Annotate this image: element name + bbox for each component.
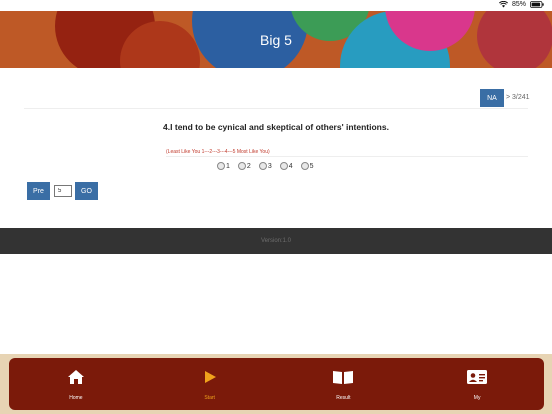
radio-button[interactable] <box>279 162 288 170</box>
battery-icon <box>530 1 544 8</box>
tab-label: My <box>473 395 481 401</box>
app-screen: 85% Big 5 NA > 3/241 4.I tend to be cyni… <box>0 0 552 414</box>
book-icon <box>332 368 354 386</box>
wifi-icon <box>498 1 508 8</box>
id-card-icon <box>466 368 488 386</box>
tab-start[interactable]: Start <box>143 358 277 410</box>
version-text: Version:1.0 <box>260 238 292 244</box>
answer-option-2[interactable]: 2 <box>237 162 251 170</box>
play-icon <box>203 368 217 386</box>
option-label: 5 <box>309 162 314 170</box>
footer-bar: Version:1.0 <box>0 228 552 254</box>
option-label: 3 <box>267 162 272 170</box>
status-right: 85% <box>498 1 544 8</box>
page-title: Big 5 <box>260 32 292 48</box>
option-label: 4 <box>288 162 293 170</box>
status-bar: 85% <box>0 0 552 11</box>
previous-button[interactable]: Pre <box>27 182 50 200</box>
tab-label: Home <box>69 395 83 401</box>
option-label: 2 <box>246 162 251 170</box>
tab-my[interactable]: My <box>410 358 544 410</box>
tab-label: Start <box>204 395 215 401</box>
tab-result[interactable]: Result <box>277 358 411 410</box>
header-banner: Big 5 <box>0 11 552 68</box>
go-button[interactable]: GO <box>75 182 98 200</box>
bottom-tab-bar: Home Start Result My <box>9 358 544 410</box>
answer-option-4[interactable]: 4 <box>279 162 293 170</box>
answer-option-1[interactable]: 1 <box>217 162 230 170</box>
page-number-input[interactable] <box>54 185 72 197</box>
scale-hint: (Least Like You 1---2---3---4---5 Most L… <box>166 149 270 155</box>
tab-label: Result <box>336 395 351 401</box>
answer-option-3[interactable]: 3 <box>258 162 272 170</box>
na-button[interactable]: NA <box>480 89 504 107</box>
divider <box>24 108 528 109</box>
radio-button[interactable] <box>258 162 267 170</box>
radio-button[interactable] <box>300 162 309 170</box>
question-text: 4.I tend to be cynical and skeptical of … <box>163 122 389 132</box>
option-label: 1 <box>226 162 230 170</box>
divider <box>166 156 528 157</box>
home-icon <box>67 368 85 386</box>
radio-button[interactable] <box>217 162 225 170</box>
question-progress: > 3/241 <box>506 94 530 101</box>
battery-percent: 85% <box>511 1 526 8</box>
answer-options: 1 2 3 4 5 <box>217 162 314 170</box>
answer-option-5[interactable]: 5 <box>300 162 314 170</box>
radio-button[interactable] <box>237 162 246 170</box>
tab-home[interactable]: Home <box>9 358 143 410</box>
